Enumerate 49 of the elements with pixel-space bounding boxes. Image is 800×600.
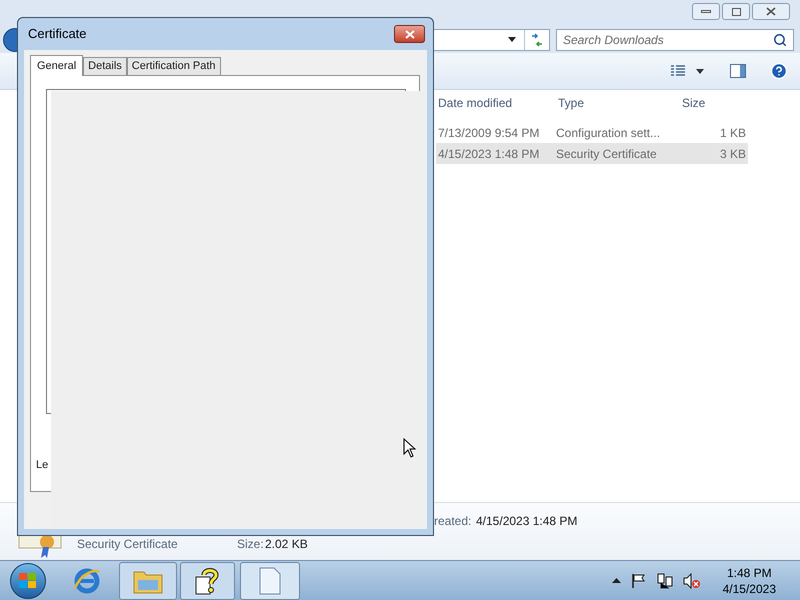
type-cell-text: Security Certificate	[556, 146, 658, 162]
network-icon[interactable]	[656, 572, 673, 588]
flag-icon[interactable]	[630, 572, 647, 588]
taskbar-button[interactable]	[180, 562, 235, 600]
size-value: 2.02 KB	[265, 537, 308, 551]
document-icon	[259, 566, 281, 594]
start-button[interactable]	[10, 562, 46, 598]
search-icon	[773, 32, 787, 46]
column-header[interactable]: Date modified	[436, 94, 556, 112]
column-header[interactable]: Size	[676, 94, 748, 112]
size-label: Size:	[237, 537, 264, 551]
show-hidden-icons-icon[interactable]	[612, 578, 621, 583]
type-cell-text: Configuration sett...	[556, 124, 662, 142]
date-cell-text: 4/15/2023 1:48 PM	[437, 146, 540, 162]
size-cell-text: 1 KB	[718, 124, 746, 142]
view-icon[interactable]	[670, 65, 686, 77]
column-header[interactable]: Type	[556, 94, 676, 112]
window-title: Certificate	[28, 25, 87, 44]
mouse-cursor-icon	[403, 438, 416, 458]
dropdown-icon[interactable]	[508, 37, 516, 42]
created-value: 4/15/2023 1:48 PM	[476, 513, 578, 530]
search-input[interactable]: Search Downloads	[563, 30, 773, 48]
file-name: Security Certificate	[77, 537, 178, 551]
windows-logo-icon	[19, 572, 37, 588]
help-icon[interactable]	[770, 62, 788, 80]
minimize-button[interactable]	[692, 3, 720, 20]
close-icon	[766, 7, 776, 16]
help-document-icon	[194, 566, 220, 594]
file-row[interactable]: 4/15/2023 1:48 PM Security Certificate 3 KB	[436, 143, 748, 164]
clock-time: 1:48 PM	[726, 564, 772, 580]
browser-icon[interactable]	[72, 566, 102, 596]
close-icon	[404, 30, 414, 38]
size-cell-text: 3 KB	[718, 146, 746, 162]
muted-speaker-icon[interactable]	[682, 572, 701, 588]
tab[interactable]: General	[30, 55, 84, 76]
search-field[interactable]: Search Downloads	[556, 28, 794, 50]
clock-date: 4/15/2023	[722, 580, 776, 596]
date-cell-text: 7/13/2009 9:54 PM	[437, 124, 540, 142]
label-fragment: Le	[36, 458, 48, 473]
created-label: reated:	[434, 513, 472, 530]
restore-button[interactable]	[722, 3, 750, 20]
tab[interactable]: Certification Path	[126, 57, 221, 75]
tab[interactable]: Details	[83, 57, 127, 75]
close-button[interactable]	[752, 3, 790, 20]
refresh-icon[interactable]	[529, 32, 545, 46]
preview-pane-icon[interactable]	[730, 64, 746, 78]
close-button[interactable]	[394, 25, 425, 43]
caret-icon[interactable]	[696, 68, 704, 74]
clock[interactable]: 1:48 PM 4/15/2023	[722, 564, 776, 596]
